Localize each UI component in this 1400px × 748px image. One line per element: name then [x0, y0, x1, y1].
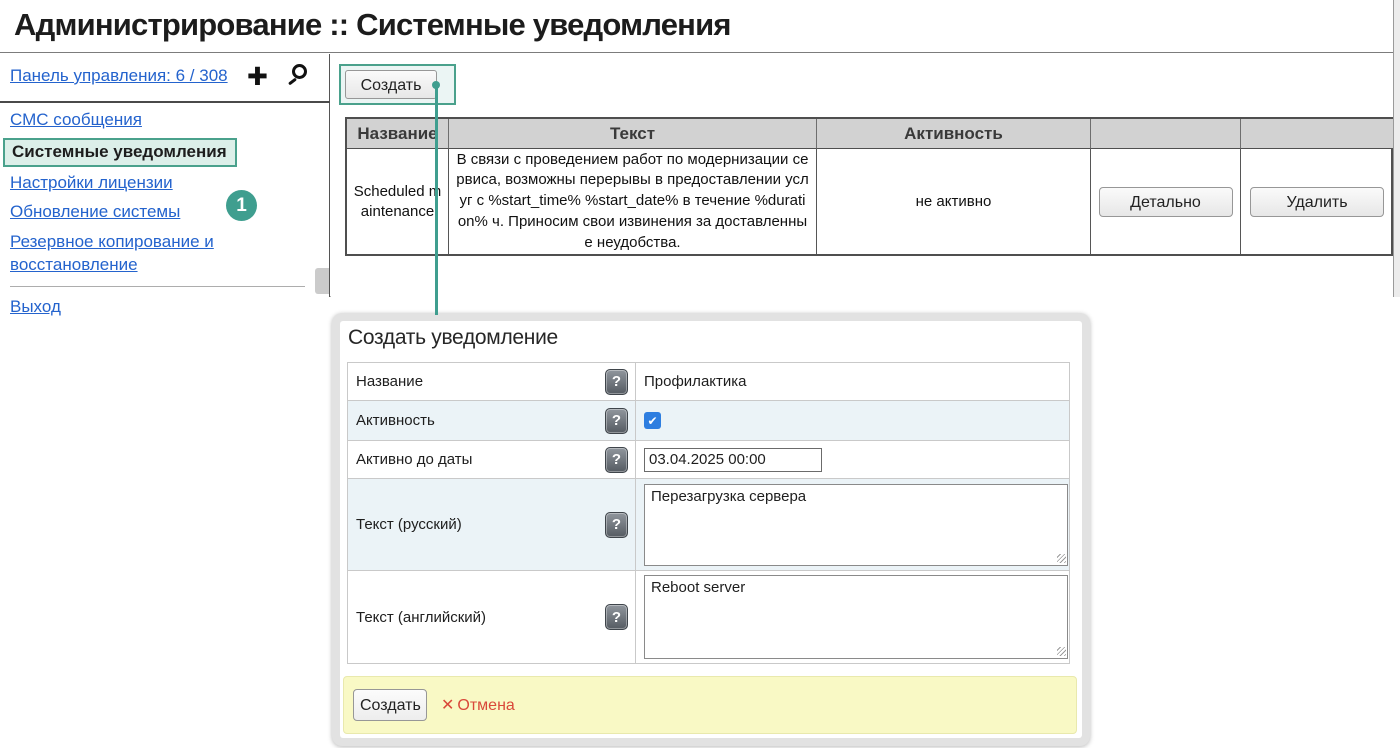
cell-delete: Удалить	[1241, 149, 1393, 254]
column-header-name: Название	[347, 119, 449, 149]
column-header-activity: Активность	[817, 119, 1091, 149]
help-icon[interactable]: ?	[605, 447, 628, 473]
field-label: Название	[356, 373, 423, 390]
field-label-cell: Активность ?	[348, 401, 636, 440]
detail-button[interactable]: Детально	[1099, 187, 1233, 217]
field-label: Текст (английский)	[356, 609, 486, 626]
screenshot-root: Администрирование :: Системные уведомлен…	[0, 0, 1400, 748]
field-label-cell: Текст (русский) ?	[348, 479, 636, 570]
dialog-footer: Создать ✕Отмена	[343, 676, 1077, 734]
help-icon[interactable]: ?	[605, 408, 628, 434]
admin-window: Администрирование :: Системные уведомлен…	[0, 0, 1400, 297]
annotation-step-1: 1	[226, 190, 257, 221]
sidebar-item-license[interactable]: Настройки лицензии	[10, 173, 173, 193]
dialog-body: Создать уведомление Название ? Профилакт…	[340, 321, 1082, 738]
cell-text: В связи с проведением работ по модерниза…	[449, 149, 817, 254]
form-row-text-en: Текст (английский) ? Reboot server	[348, 571, 1069, 664]
notification-form: Название ? Профилактика Активность ? ✔	[347, 362, 1070, 664]
sidebar-divider	[0, 101, 330, 103]
form-row-text-ru: Текст (русский) ? Перезагрузка сервера	[348, 479, 1069, 571]
notifications-table: Название Текст Активность Scheduled main…	[345, 117, 1393, 256]
page-header: Администрирование :: Системные уведомлен…	[0, 0, 1400, 53]
cancel-link[interactable]: ✕Отмена	[441, 695, 515, 715]
annotation-connector-dot	[432, 81, 440, 89]
name-value: Профилактика	[644, 373, 747, 390]
field-value-cell	[636, 441, 1069, 478]
sidebar-scrollbar-thumb[interactable]	[315, 268, 329, 294]
search-icon-handle	[288, 78, 297, 86]
dialog-title: Создать уведомление	[348, 326, 558, 350]
cell-detail: Детально	[1091, 149, 1241, 254]
main-content: Создать 2 Название Текст Активность Sche…	[331, 54, 1393, 297]
column-header-delete	[1241, 119, 1393, 149]
window-scrollbar-track[interactable]	[1393, 0, 1400, 297]
sidebar-item-sms[interactable]: СМС сообщения	[10, 110, 142, 130]
help-icon[interactable]: ?	[605, 369, 628, 395]
field-label-cell: Текст (английский) ?	[348, 571, 636, 663]
field-label-cell: Название ?	[348, 363, 636, 400]
sidebar-toolbar: Панель управления: 6 / 308 ✚	[10, 66, 322, 98]
active-until-input[interactable]	[644, 448, 822, 472]
column-header-detail	[1091, 119, 1241, 149]
cancel-label: Отмена	[457, 697, 514, 714]
field-value-cell: Профилактика	[636, 363, 1069, 400]
add-icon[interactable]: ✚	[247, 62, 268, 92]
resize-handle-icon[interactable]	[1057, 554, 1066, 563]
text-russian-textarea[interactable]: Перезагрузка сервера	[644, 484, 1068, 566]
cell-name: Scheduled maintenance	[347, 149, 449, 254]
annotation-connector-line	[435, 85, 438, 315]
field-value-cell: Reboot server	[636, 571, 1069, 663]
field-label: Активно до даты	[356, 451, 472, 468]
sidebar-divider-bottom	[10, 286, 305, 287]
sidebar: Панель управления: 6 / 308 ✚ СМС сообщен…	[0, 54, 330, 297]
close-icon: ✕	[441, 697, 454, 714]
field-label: Текст (русский)	[356, 516, 462, 533]
create-button[interactable]: Создать	[345, 70, 437, 99]
form-row-active-until: Активно до даты ?	[348, 441, 1069, 479]
field-label-cell: Активно до даты ?	[348, 441, 636, 478]
field-label: Активность	[356, 412, 435, 429]
delete-button[interactable]: Удалить	[1250, 187, 1384, 217]
field-value-cell: Перезагрузка сервера	[636, 479, 1069, 570]
sidebar-item-system-notifications[interactable]: Системные уведомления	[3, 138, 237, 167]
form-row-name: Название ? Профилактика	[348, 363, 1069, 401]
sidebar-nav: СМС сообщения Системные уведомления Наст…	[10, 110, 310, 326]
control-panel-link[interactable]: Панель управления: 6 / 308	[10, 66, 228, 85]
help-icon[interactable]: ?	[605, 604, 628, 630]
column-header-text: Текст	[449, 119, 817, 149]
activity-checkbox[interactable]: ✔	[644, 412, 661, 429]
sidebar-item-backup[interactable]: Резервное копирование и восстановление	[10, 231, 310, 277]
sidebar-item-update[interactable]: Обновление системы	[10, 202, 180, 222]
help-icon[interactable]: ?	[605, 512, 628, 538]
sidebar-item-logout[interactable]: Выход	[10, 297, 61, 317]
page-title: Администрирование :: Системные уведомлен…	[14, 7, 731, 43]
create-notification-dialog: Создать уведомление Название ? Профилакт…	[332, 313, 1090, 746]
search-icon[interactable]	[288, 64, 314, 90]
field-value-cell: ✔	[636, 401, 1069, 440]
text-english-textarea[interactable]: Reboot server	[644, 575, 1068, 659]
cell-activity: не активно	[817, 149, 1091, 254]
checkbox-check-icon: ✔	[647, 414, 657, 428]
resize-handle-icon[interactable]	[1057, 647, 1066, 656]
submit-create-button[interactable]: Создать	[353, 689, 427, 721]
form-row-activity: Активность ? ✔	[348, 401, 1069, 441]
